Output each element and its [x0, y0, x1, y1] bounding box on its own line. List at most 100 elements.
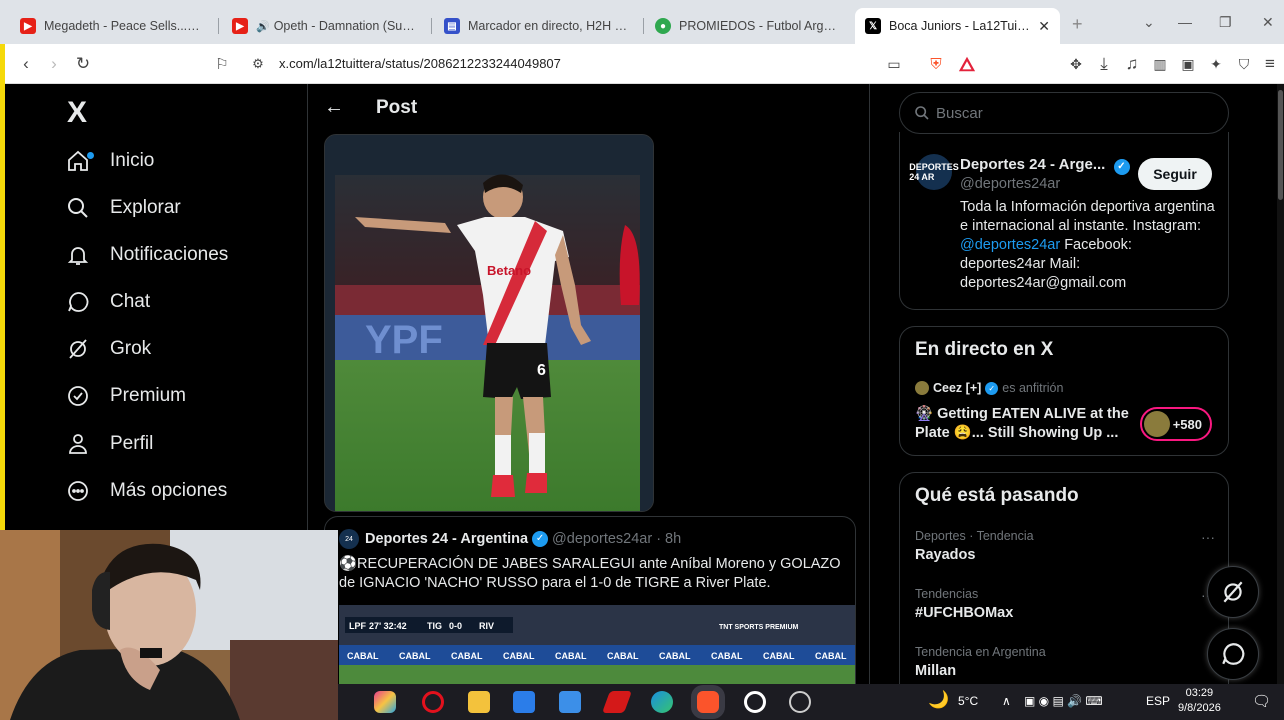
avatar[interactable]: 24 — [339, 529, 359, 549]
quoted-post[interactable]: 24 Deportes 24 - Argentina ✓ @deportes24… — [324, 516, 856, 684]
browser-tab-active[interactable]: 𝕏 Boca Juniors - La12Tuittera ✕ — [855, 8, 1060, 44]
back-arrow-icon[interactable]: ← — [324, 96, 344, 119]
nav-label: Más opciones — [110, 480, 228, 501]
ad-board: CABAL — [399, 651, 431, 661]
nav-item-explorar[interactable]: Explorar — [65, 188, 181, 228]
trend-meta: Deportes · Tendencia — [915, 529, 1034, 543]
new-tab-icon[interactable]: + — [1072, 14, 1083, 35]
dot-separator: · — [656, 531, 662, 547]
nav-item-premium[interactable]: Premium — [65, 376, 186, 416]
search-input[interactable]: Buscar — [899, 92, 1229, 134]
profile-name[interactable]: Deportes 24 - Arge... ✓ — [960, 156, 1134, 175]
close-window-icon[interactable]: ✕ — [1262, 14, 1274, 31]
browser-tab[interactable]: ▶ Megadeth - Peace Sells...But Wh — [10, 8, 215, 44]
nav-item-grok[interactable]: Grok — [65, 329, 151, 369]
restore-icon[interactable]: ❐ — [1219, 14, 1232, 31]
vpn-icon[interactable]: ⛉ — [1232, 52, 1256, 76]
page-scrollbar[interactable] — [1277, 84, 1284, 684]
x-logo[interactable]: X — [67, 96, 87, 130]
site-info-icon[interactable]: ⚙ — [246, 52, 270, 76]
weather-temp[interactable]: 5°C — [958, 694, 978, 708]
leo-ai-icon[interactable]: ✦ — [1204, 52, 1228, 76]
copilot-icon[interactable] — [374, 691, 396, 713]
live-host[interactable]: Ceez [+] ✓ es anfitrión — [915, 381, 1063, 395]
bookmark-icon[interactable]: ⚐ — [210, 52, 234, 76]
streamer-camera — [0, 530, 338, 720]
brave-shield-icon[interactable]: ⛨ — [924, 52, 948, 76]
match-broadcast: LPF 27' 32:42 TIG 0-0 RIV TNT SPORTS PRE… — [339, 605, 855, 684]
host-role: es anfitrión — [1002, 381, 1064, 395]
broadcaster-logo: TNT SPORTS PREMIUM — [719, 624, 799, 631]
avatar — [915, 381, 929, 395]
bio-link[interactable]: @deportes24ar — [960, 237, 1060, 253]
address-bar[interactable]: x.com/la12tuittera/status/20862122332440… — [279, 56, 561, 71]
trend-meta: Tendencias — [915, 587, 979, 601]
live-listeners-badge[interactable]: +580 — [1140, 407, 1212, 441]
brave-icon[interactable] — [697, 691, 719, 713]
minimize-icon[interactable]: — — [1178, 14, 1192, 30]
extensions-icon[interactable]: ✥ — [1064, 52, 1088, 76]
nav-item-inicio[interactable]: Inicio — [65, 141, 154, 181]
trends-title: Qué está pasando — [915, 485, 1079, 506]
quote-video[interactable]: LPF 27' 32:42 TIG 0-0 RIV TNT SPORTS PRE… — [339, 605, 855, 684]
edge-icon[interactable] — [651, 691, 673, 713]
score-value: 0-0 — [449, 621, 462, 631]
nav-item-chat[interactable]: Chat — [65, 282, 150, 322]
chat-fab-button[interactable] — [1207, 628, 1259, 680]
nav-item-perfil[interactable]: Perfil — [65, 424, 153, 464]
rewards-icon[interactable] — [955, 52, 979, 76]
tab-search-icon[interactable]: ⌄ — [1143, 14, 1155, 31]
file-explorer-icon[interactable] — [468, 691, 490, 713]
weather-icon[interactable]: 🌙 — [928, 690, 949, 710]
obs-icon[interactable] — [744, 691, 766, 713]
sidebar-icon[interactable]: ▥ — [1148, 52, 1172, 76]
more-icon[interactable]: ··· — [1201, 529, 1215, 545]
unread-dot — [87, 152, 94, 159]
scrollbar-thumb[interactable] — [1278, 90, 1283, 200]
tray-chevron-icon[interactable]: ∧ — [1002, 694, 1011, 708]
cast-icon[interactable]: ▭ — [882, 52, 906, 76]
download-icon[interactable]: ⤓ — [1092, 52, 1116, 76]
avatar[interactable]: DEPORTES 24 AR — [909, 154, 959, 190]
outlook-icon[interactable] — [513, 691, 535, 713]
profile-handle: @deportes24ar — [960, 176, 1061, 192]
wallet-icon[interactable]: ▣ — [1176, 52, 1200, 76]
trend-item[interactable]: Tendencia en Argentina Millan — [915, 645, 1215, 679]
follow-button[interactable]: Seguir — [1138, 158, 1212, 190]
language-indicator[interactable]: ESP — [1146, 694, 1170, 708]
ad-board: CABAL — [607, 651, 639, 661]
trend-item[interactable]: Tendencias #UFCHBOMax ··· — [915, 587, 1215, 621]
menu-icon[interactable]: ≡ — [1258, 52, 1282, 76]
speedometer-icon[interactable] — [789, 691, 811, 713]
close-tab-icon[interactable]: ✕ — [1032, 18, 1050, 35]
nav-item-notificaciones[interactable]: Notificaciones — [65, 235, 228, 275]
post-image[interactable]: YPF Betano 6 — [324, 134, 654, 512]
more-icon — [65, 478, 91, 504]
media-icon[interactable]: ♫ — [1120, 52, 1144, 76]
back-icon[interactable]: ‹ — [14, 52, 38, 76]
app-icon[interactable] — [601, 691, 633, 713]
reload-icon[interactable]: ↻ — [71, 52, 95, 76]
right-sidebar: Buscar DEPORTES 24 AR Deportes 24 - Arge… — [897, 84, 1232, 684]
browser-tab[interactable]: ▶ 🔊 Opeth - Damnation (Sub Esp — [222, 8, 427, 44]
trend-item[interactable]: Deportes · Tendencia Rayados ··· — [915, 529, 1215, 563]
post-time[interactable]: 8h — [665, 531, 681, 547]
opera-icon[interactable] — [422, 691, 444, 713]
taskbar-clock[interactable]: 03:29 9/8/2026 — [1178, 686, 1221, 716]
nav-label: Perfil — [110, 433, 154, 454]
chat-icon — [1222, 643, 1245, 665]
nav-label: Explorar — [110, 197, 181, 218]
browser-tab[interactable]: ▤ Marcador en directo, H2H y aline — [434, 8, 639, 44]
nav-item-mas-opciones[interactable]: Más opciones — [65, 471, 227, 511]
browser-tab[interactable]: ● PROMIEDOS - Futbol Argentino — [645, 8, 850, 44]
tab-separator — [218, 18, 219, 34]
store-icon[interactable] — [559, 691, 581, 713]
author-name[interactable]: Deportes 24 - Argentina — [365, 531, 528, 547]
grok-fab-button[interactable] — [1207, 566, 1259, 618]
youtube-icon: ▶ — [232, 18, 248, 34]
tray-icons[interactable]: ▣ ◉ ▤ 🔊 ⌨ — [1024, 694, 1103, 708]
forward-icon[interactable]: › — [42, 52, 66, 76]
live-stream-title[interactable]: 🎡 Getting EATEN ALIVE at the Plate 😩... … — [915, 405, 1130, 443]
notifications-icon[interactable]: 🗨 — [1252, 692, 1271, 710]
speaker-icon: 🔊 — [256, 20, 270, 33]
